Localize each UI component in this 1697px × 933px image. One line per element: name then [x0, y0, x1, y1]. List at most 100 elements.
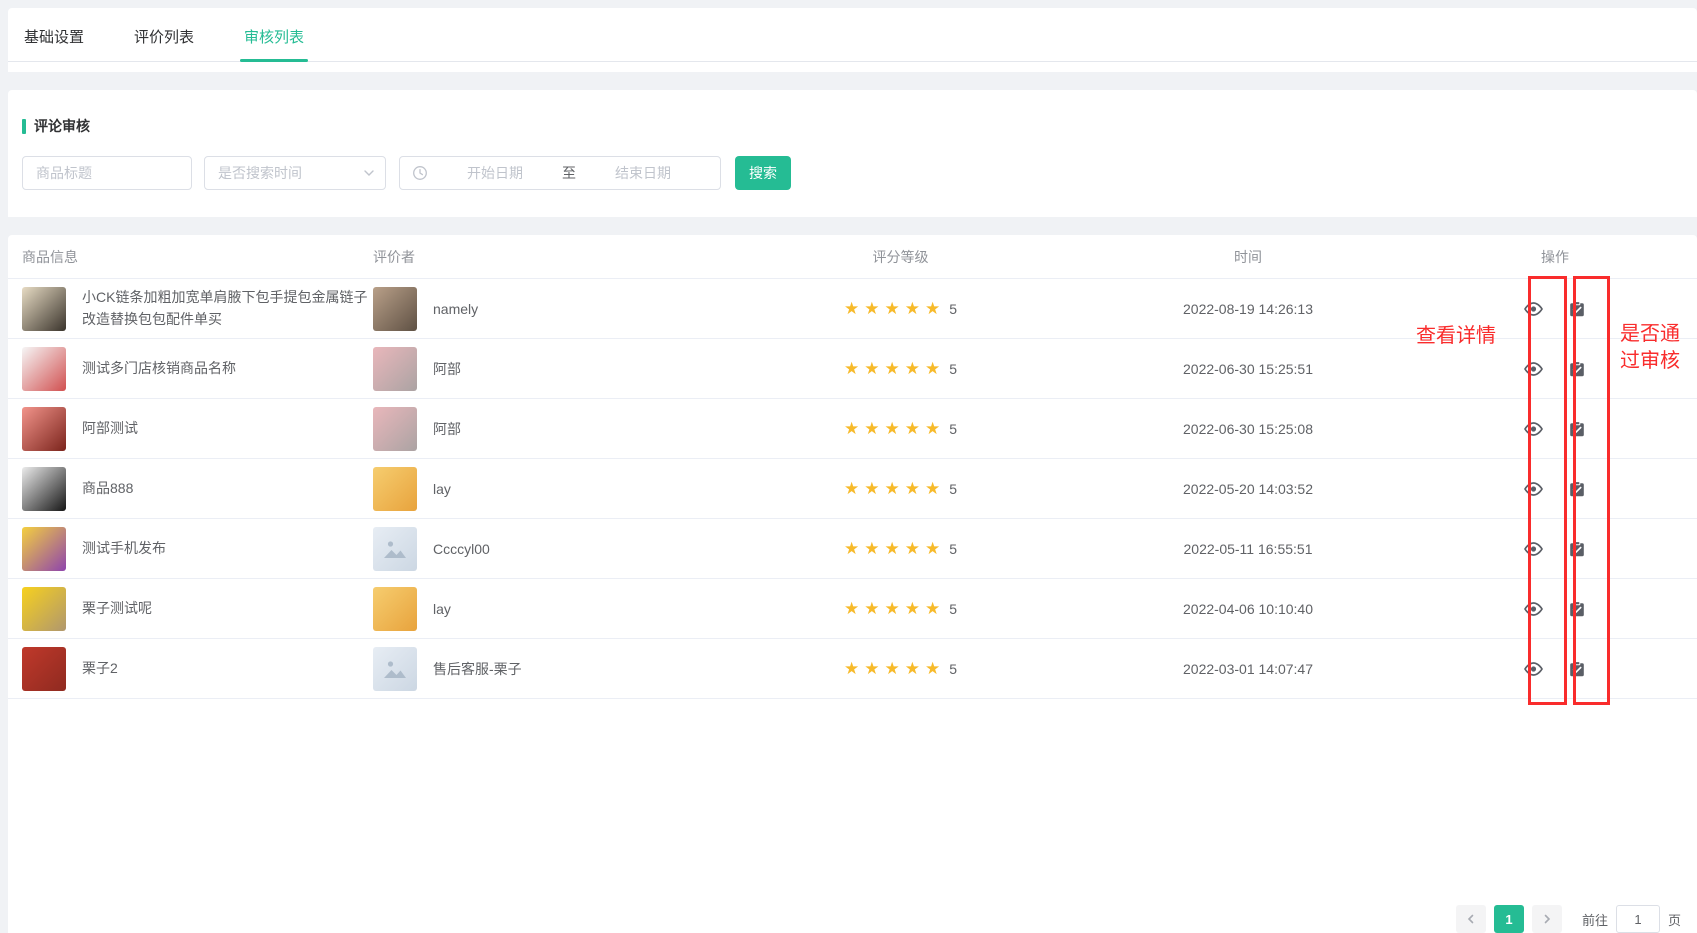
star-icon: ★	[844, 600, 859, 617]
tab-basic-settings[interactable]: 基础设置	[20, 22, 88, 61]
product-image	[22, 587, 66, 631]
star-rating: ★★★★★	[844, 540, 940, 557]
view-detail-button[interactable]	[1511, 287, 1555, 331]
view-detail-button[interactable]	[1511, 407, 1555, 451]
audit-pass-button[interactable]	[1555, 467, 1599, 511]
clipboard-check-icon	[1569, 541, 1585, 557]
view-detail-button[interactable]	[1511, 527, 1555, 571]
reviewer-avatar	[373, 287, 417, 331]
clipboard-check-icon	[1569, 421, 1585, 437]
star-icon: ★	[844, 300, 859, 317]
star-icon: ★	[905, 420, 920, 437]
audit-pass-button[interactable]	[1555, 587, 1599, 631]
reviewer-name: 阿部	[433, 419, 461, 439]
next-page-button[interactable]	[1532, 905, 1562, 933]
star-icon: ★	[884, 360, 899, 377]
view-detail-button[interactable]	[1511, 347, 1555, 391]
review-time: 2022-03-01 14:07:47	[1028, 661, 1468, 677]
reviewer-name: 阿部	[433, 359, 461, 379]
view-detail-button[interactable]	[1511, 647, 1555, 691]
reviewer-name: lay	[433, 481, 451, 497]
page-number-button[interactable]: 1	[1494, 905, 1524, 933]
table-row: 小CK链条加粗加宽单肩腋下包手提包金属链子改造替换包包配件单买 namely ★…	[8, 279, 1697, 339]
search-row: 是否搜索时间 开始日期 至 结束日期 搜索	[22, 156, 1683, 190]
tab-bar: 基础设置 评价列表 审核列表	[8, 22, 1697, 62]
tab-review-list[interactable]: 评价列表	[130, 22, 198, 61]
star-icon: ★	[925, 360, 940, 377]
section-title: 评论审核	[22, 116, 1683, 136]
reviewer-avatar	[373, 647, 417, 691]
page-unit-label: 页	[1668, 910, 1681, 929]
header-product: 商品信息	[8, 247, 373, 267]
image-placeholder-icon	[382, 656, 408, 682]
tab-audit-list[interactable]: 审核列表	[240, 22, 308, 61]
clipboard-check-icon	[1569, 301, 1585, 317]
reviewer-name: 售后客服-栗子	[433, 659, 522, 679]
audit-pass-button[interactable]	[1555, 407, 1599, 451]
star-icon: ★	[905, 300, 920, 317]
product-image	[22, 407, 66, 451]
table-row: 商品888 lay ★★★★★ 5 2022-05-20 14:03:52	[8, 459, 1697, 519]
page: 基础设置 评价列表 审核列表 评论审核 是否搜索时间 开始日期	[0, 0, 1697, 933]
reviewer-name: lay	[433, 601, 451, 617]
table-body: 小CK链条加粗加宽单肩腋下包手提包金属链子改造替换包包配件单买 namely ★…	[8, 279, 1697, 699]
clipboard-check-icon	[1569, 601, 1585, 617]
header-actions: 操作	[1468, 247, 1668, 267]
prev-page-button[interactable]	[1456, 905, 1486, 933]
eye-icon	[1524, 362, 1543, 376]
clipboard-check-icon	[1569, 361, 1585, 377]
star-icon: ★	[844, 660, 859, 677]
star-icon: ★	[864, 360, 879, 377]
product-image	[22, 647, 66, 691]
star-icon: ★	[925, 480, 940, 497]
star-icon: ★	[884, 420, 899, 437]
audit-pass-button[interactable]	[1555, 527, 1599, 571]
star-icon: ★	[905, 360, 920, 377]
table-row: 阿部测试 阿部 ★★★★★ 5 2022-06-30 15:25:08	[8, 399, 1697, 459]
eye-icon	[1524, 422, 1543, 436]
star-icon: ★	[864, 420, 879, 437]
product-title: 栗子2	[82, 658, 118, 680]
rating-value: 5	[949, 601, 957, 617]
audit-pass-button[interactable]	[1555, 347, 1599, 391]
audit-pass-button[interactable]	[1555, 647, 1599, 691]
search-button[interactable]: 搜索	[735, 156, 791, 190]
review-time: 2022-08-19 14:26:13	[1028, 301, 1468, 317]
star-icon: ★	[884, 480, 899, 497]
star-icon: ★	[864, 600, 879, 617]
star-icon: ★	[864, 660, 879, 677]
rating-value: 5	[949, 361, 957, 377]
pagination: 1 前往 页	[1456, 905, 1681, 933]
star-icon: ★	[864, 540, 879, 557]
eye-icon	[1524, 482, 1543, 496]
star-icon: ★	[844, 540, 859, 557]
product-title: 小CK链条加粗加宽单肩腋下包手提包金属链子改造替换包包配件单买	[82, 287, 372, 330]
table-row: 栗子测试呢 lay ★★★★★ 5 2022-04-06 10:10:40	[8, 579, 1697, 639]
star-icon: ★	[925, 300, 940, 317]
clipboard-check-icon	[1569, 661, 1585, 677]
product-title-input[interactable]	[22, 156, 192, 190]
reviewer-avatar	[373, 587, 417, 631]
star-icon: ★	[884, 300, 899, 317]
section-title-bar	[22, 119, 26, 134]
view-detail-button[interactable]	[1511, 587, 1555, 631]
date-start-placeholder: 开始日期	[428, 163, 562, 183]
star-icon: ★	[864, 300, 879, 317]
goto-page-label: 前往	[1582, 910, 1608, 929]
chevron-left-icon	[1466, 914, 1476, 924]
reviewer-name: namely	[433, 301, 478, 317]
star-icon: ★	[864, 480, 879, 497]
audit-pass-button[interactable]	[1555, 287, 1599, 331]
reviewer-avatar	[373, 467, 417, 511]
goto-page-input[interactable]	[1616, 905, 1660, 933]
view-detail-button[interactable]	[1511, 467, 1555, 511]
reviewer-avatar	[373, 347, 417, 391]
time-search-select[interactable]: 是否搜索时间	[204, 156, 386, 190]
product-title: 栗子测试呢	[82, 598, 152, 620]
table-row: 栗子2 售后客服-栗子 ★★★★★ 5 2022-03-01 14:07:47	[8, 639, 1697, 699]
reviewer-name: Ccccyl00	[433, 541, 490, 557]
star-icon: ★	[925, 540, 940, 557]
date-range-picker[interactable]: 开始日期 至 结束日期	[399, 156, 721, 190]
star-rating: ★★★★★	[844, 360, 940, 377]
product-image	[22, 527, 66, 571]
